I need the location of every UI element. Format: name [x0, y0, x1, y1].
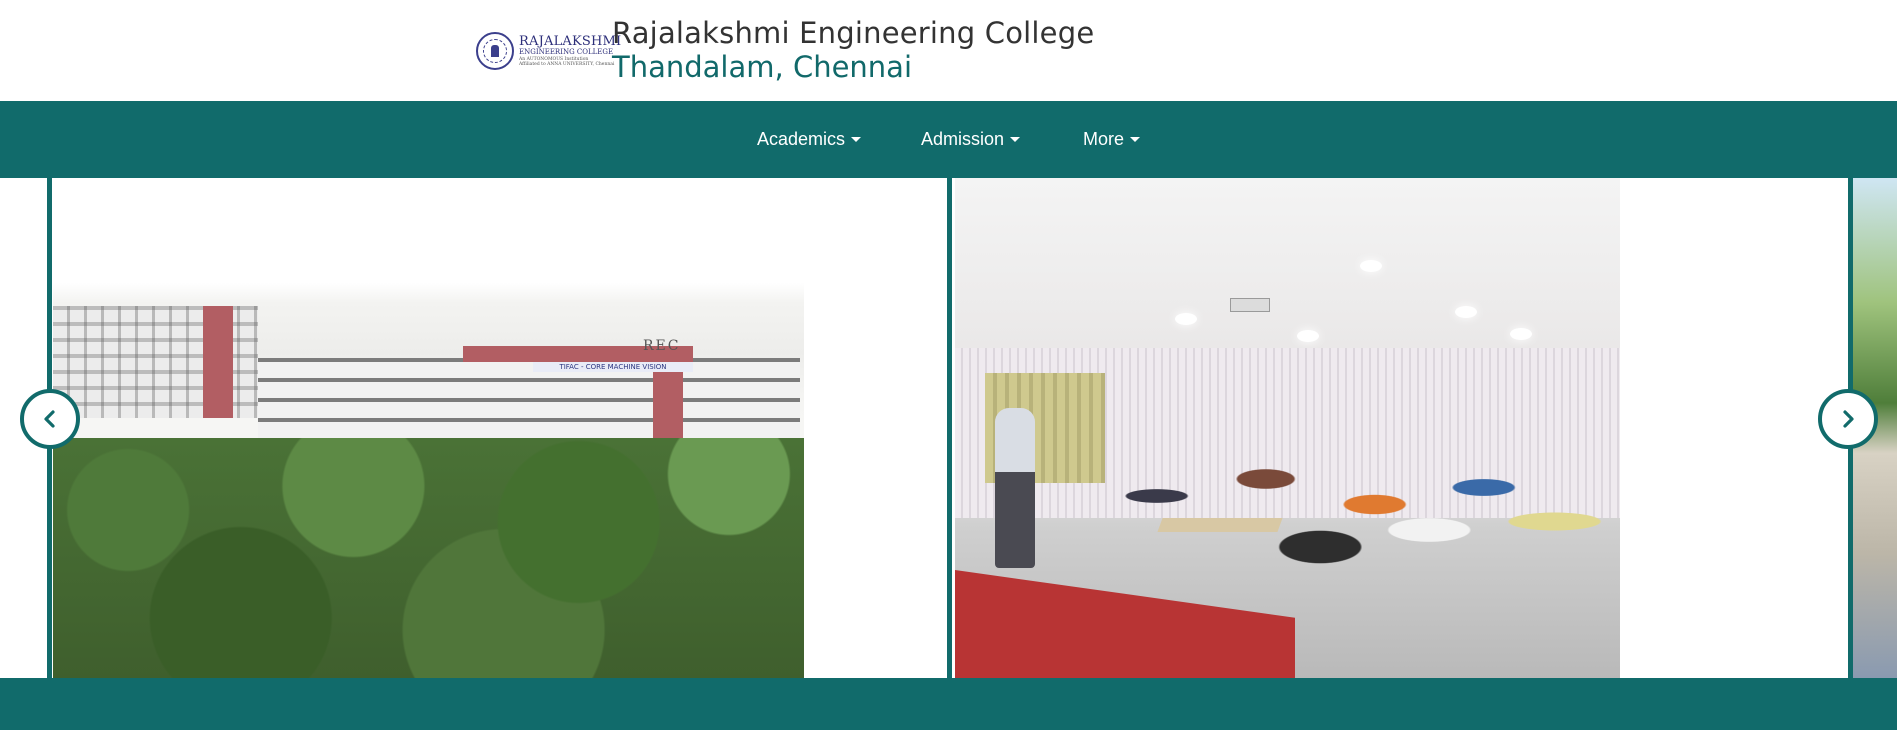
logo-line-2: ENGINEERING COLLEGE: [519, 47, 614, 56]
chevron-left-icon: [44, 410, 55, 428]
college-logo[interactable]: RAJALAKSHMI ENGINEERING COLLEGE An AUTON…: [476, 30, 621, 72]
photo-trees: [53, 438, 804, 678]
logo-line-4: Affiliated to ANNA UNIVERSITY, Chennai: [519, 62, 615, 67]
photo-building-accent: [203, 306, 233, 418]
caret-down-icon: [1010, 137, 1021, 142]
image-carousel[interactable]: TIFAC - CORE MACHINE VISION REC: [0, 178, 1897, 678]
nav-academics-label: Academics: [757, 129, 846, 149]
ceiling-projector: [1230, 298, 1270, 312]
caret-down-icon: [851, 137, 862, 142]
carousel-next-button[interactable]: [1818, 389, 1878, 449]
college-name: Rajalakshmi Engineering College: [612, 16, 1095, 50]
chevron-right-icon: [1843, 410, 1854, 428]
carousel-photo-seminar: [955, 178, 1620, 678]
college-seal-icon: [476, 32, 514, 70]
photo-building-label: REC: [643, 338, 681, 354]
carousel-prev-button[interactable]: [20, 389, 80, 449]
logo-line-1: RAJALAKSHMI: [519, 33, 622, 49]
site-header: RAJALAKSHMI ENGINEERING COLLEGE An AUTON…: [0, 0, 1897, 101]
nav-admission-label: Admission: [921, 129, 1005, 149]
photo-table: [1157, 518, 1283, 532]
main-navbar: Academics Admission More: [0, 101, 1897, 178]
ceiling-light: [1297, 330, 1319, 342]
ceiling-light: [1360, 260, 1382, 272]
photo-audience: [1075, 428, 1620, 598]
carousel-photo-campus-building: TIFAC - CORE MACHINE VISION REC: [53, 178, 804, 678]
nav-more-dropdown[interactable]: More: [1083, 129, 1141, 150]
slide-divider: [947, 178, 952, 678]
nav-academics-dropdown[interactable]: Academics: [757, 129, 862, 150]
photo-building-sign: TIFAC - CORE MACHINE VISION: [533, 362, 693, 372]
nav-more-label: More: [1083, 129, 1125, 149]
caret-down-icon: [1130, 137, 1141, 142]
nav-admission-dropdown[interactable]: Admission: [921, 129, 1021, 150]
logo-wordmark: RAJALAKSHMI ENGINEERING COLLEGE An AUTON…: [519, 35, 621, 68]
ceiling-light: [1175, 313, 1197, 325]
college-location: Thandalam, Chennai: [612, 50, 912, 84]
footer-band: [0, 678, 1897, 730]
photo-speaker: [995, 408, 1035, 568]
ceiling-light: [1510, 328, 1532, 340]
ceiling-light: [1455, 306, 1477, 318]
